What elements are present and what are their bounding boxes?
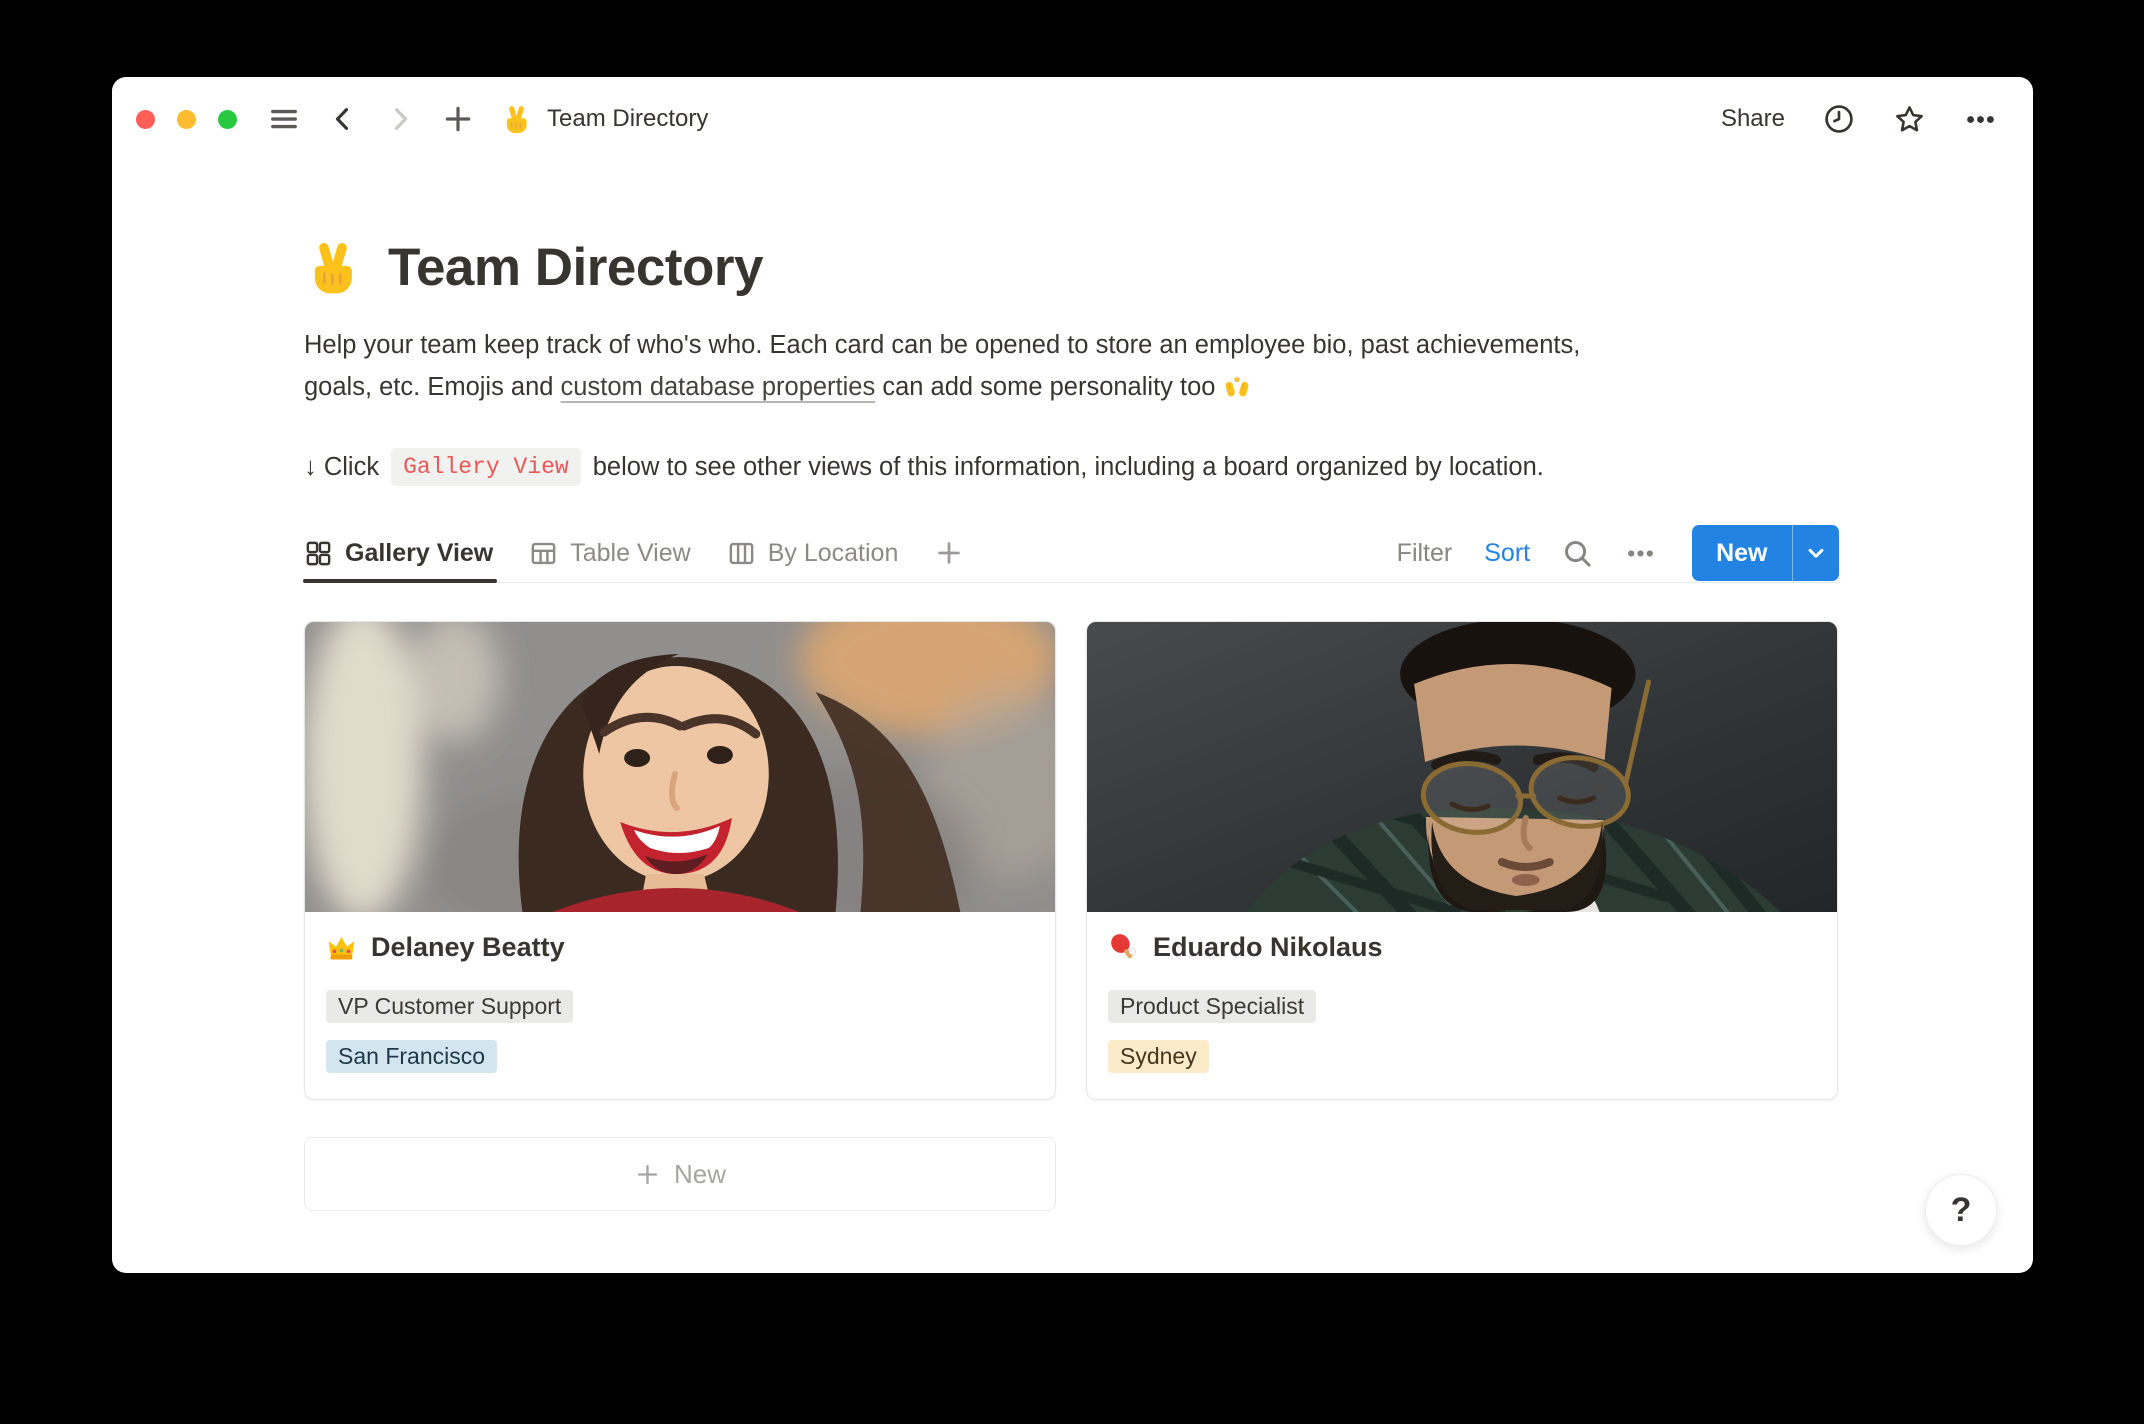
page-content: Team Directory Help your team keep track… — [112, 232, 2033, 1211]
filter-button[interactable]: Filter — [1397, 539, 1453, 568]
location-tag: San Francisco — [326, 1040, 497, 1073]
updates-button[interactable] — [1823, 103, 1855, 135]
tab-by-location[interactable]: By Location — [727, 524, 899, 582]
card-name: Eduardo Nikolaus — [1153, 929, 1383, 965]
titlebar-page-title: Team Directory — [547, 105, 708, 133]
chevron-right-icon — [385, 104, 415, 134]
view-tabs: Gallery View Table View By Location — [304, 524, 964, 582]
description-line-1: Help your team keep track of who's who. … — [304, 324, 1839, 366]
card-delaney-beatty[interactable]: Delaney Beatty VP Customer Support San F… — [304, 621, 1056, 1100]
location-tag: Sydney — [1108, 1040, 1209, 1073]
share-button[interactable]: Share — [1721, 105, 1785, 133]
card-body: Delaney Beatty VP Customer Support San F… — [305, 912, 1055, 1099]
new-tab-button[interactable] — [442, 103, 474, 135]
gallery-icon — [304, 539, 333, 568]
new-card-label: New — [674, 1159, 726, 1190]
tab-gallery-view[interactable]: Gallery View — [304, 524, 493, 582]
card-cover-photo — [1087, 622, 1837, 912]
view-more-button[interactable] — [1625, 538, 1656, 569]
sidebar-menu-button[interactable] — [267, 104, 301, 134]
add-view-button[interactable] — [934, 524, 964, 582]
callout-suffix: below to see other views of this informa… — [593, 453, 1544, 482]
star-icon — [1893, 103, 1926, 136]
page-title[interactable]: Team Directory — [304, 232, 1839, 304]
help-button[interactable]: ? — [1925, 1174, 1997, 1246]
zoom-window-button[interactable] — [218, 110, 237, 129]
board-icon — [727, 539, 756, 568]
hamburger-icon — [267, 104, 301, 134]
tab-label: Table View — [570, 539, 690, 568]
search-button[interactable] — [1562, 538, 1593, 569]
more-options-button[interactable] — [1964, 103, 1997, 136]
role-tag: VP Customer Support — [326, 990, 573, 1023]
man-with-glasses-looking-down-portrait — [1087, 622, 1837, 912]
gallery-view-code-chip: Gallery View — [391, 448, 581, 486]
custom-database-properties-link[interactable]: custom database properties — [561, 373, 876, 401]
titlebar: Team Directory Share — [112, 77, 2033, 155]
page-description[interactable]: Help your team keep track of who's who. … — [304, 324, 1839, 408]
favorite-button[interactable] — [1893, 103, 1926, 136]
new-entry-dropdown-button[interactable] — [1793, 525, 1839, 581]
tab-label: Gallery View — [345, 539, 493, 568]
new-card-button[interactable]: New — [304, 1137, 1056, 1211]
clock-icon — [1823, 103, 1855, 135]
description-line-2: goals, etc. Emojis and custom database p… — [304, 366, 1839, 408]
card-eduardo-nikolaus[interactable]: Eduardo Nikolaus Product Specialist Sydn… — [1086, 621, 1838, 1100]
card-cover-photo — [305, 622, 1055, 912]
crown-emoji-icon — [326, 932, 357, 963]
traffic-lights — [136, 110, 237, 129]
plus-icon — [634, 1161, 661, 1188]
views-toolbar: Gallery View Table View By Location — [304, 524, 1839, 583]
chevron-left-icon — [328, 104, 358, 134]
plus-icon — [442, 103, 474, 135]
chevron-down-icon — [1803, 540, 1829, 566]
app-window: Team Directory Share — [112, 77, 2033, 1273]
new-entry-split-button: New — [1692, 525, 1839, 581]
view-controls: Filter Sort New — [1397, 525, 1839, 581]
card-name-row: Eduardo Nikolaus — [1108, 929, 1816, 965]
card-body: Eduardo Nikolaus Product Specialist Sydn… — [1087, 912, 1837, 1099]
victory-hand-emoji-icon — [304, 239, 362, 297]
role-tag: Product Specialist — [1108, 990, 1316, 1023]
minimize-window-button[interactable] — [177, 110, 196, 129]
ping-pong-emoji-icon — [1108, 932, 1139, 963]
tab-table-view[interactable]: Table View — [529, 524, 690, 582]
close-window-button[interactable] — [136, 110, 155, 129]
ellipsis-icon — [1964, 103, 1997, 136]
page-title-text: Team Directory — [388, 232, 763, 304]
sort-button[interactable]: Sort — [1484, 539, 1530, 568]
raised-hands-emoji-icon — [1223, 372, 1251, 400]
table-icon — [529, 539, 558, 568]
breadcrumb[interactable]: Team Directory — [501, 104, 708, 135]
question-mark-icon: ? — [1951, 1191, 1972, 1230]
plus-icon — [934, 538, 964, 568]
callout-prefix: ↓ Click — [304, 453, 379, 482]
smiling-woman-portrait — [305, 622, 1055, 912]
forward-button[interactable] — [385, 104, 415, 134]
ellipsis-icon — [1625, 538, 1656, 569]
tab-label: By Location — [768, 539, 899, 568]
card-name-row: Delaney Beatty — [326, 929, 1034, 965]
back-button[interactable] — [328, 104, 358, 134]
search-icon — [1562, 538, 1593, 569]
callout-block: ↓ Click Gallery View below to see other … — [304, 448, 1839, 486]
card-name: Delaney Beatty — [371, 929, 565, 965]
gallery-cards: Delaney Beatty VP Customer Support San F… — [304, 621, 1839, 1100]
new-entry-button[interactable]: New — [1692, 525, 1791, 581]
victory-hand-emoji-icon — [501, 104, 532, 135]
